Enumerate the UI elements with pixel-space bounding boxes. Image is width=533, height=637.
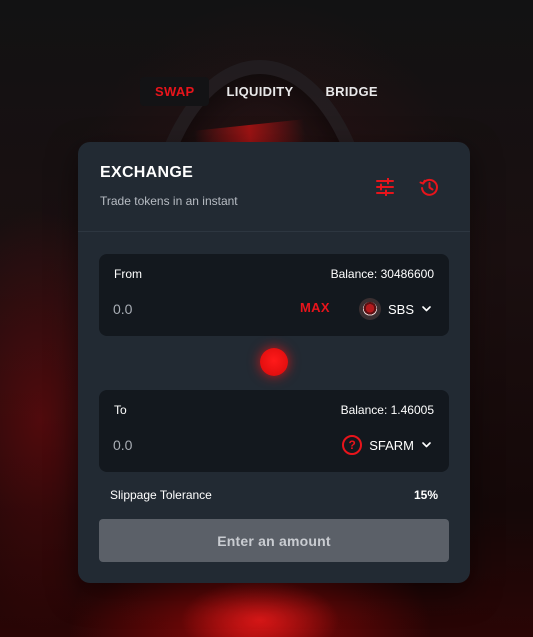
from-token-select[interactable]: SBS [358, 296, 431, 322]
chevron-down-icon [422, 304, 431, 314]
settings-sliders-icon[interactable] [374, 176, 396, 198]
from-balance: Balance: 30486600 [330, 267, 434, 281]
sbs-token-logo [358, 298, 381, 320]
to-token-select[interactable]: ? SFARM [342, 432, 431, 458]
tab-swap[interactable]: SWAP [140, 77, 210, 106]
slippage-row: Slippage Tolerance 15% [110, 488, 438, 502]
to-balance: Balance: 1.46005 [340, 403, 434, 417]
question-circle-icon: ? [342, 435, 363, 455]
chevron-down-icon [422, 440, 431, 450]
header-actions [374, 176, 440, 198]
from-token-symbol: SBS [387, 301, 414, 317]
from-amount-input[interactable] [113, 298, 263, 320]
to-token-symbol: SFARM [369, 437, 414, 453]
top-tabs: SWAP LIQUIDITY BRIDGE [140, 77, 393, 106]
tab-liquidity[interactable]: LIQUIDITY [209, 77, 309, 106]
slippage-label: Slippage Tolerance [110, 488, 212, 502]
swap-direction-button[interactable] [260, 348, 288, 376]
exchange-header: EXCHANGE Trade tokens in an instant [78, 142, 470, 232]
to-panel: To Balance: 1.46005 ? SFARM [99, 390, 449, 472]
exchange-card: EXCHANGE Trade tokens in an instant From… [78, 142, 470, 583]
from-label: From [114, 267, 142, 281]
to-amount-input[interactable] [113, 434, 263, 456]
slippage-value: 15% [413, 488, 438, 502]
max-button[interactable]: MAX [300, 300, 330, 315]
from-panel: From Balance: 30486600 MAX SBS [99, 254, 449, 336]
tab-bridge[interactable]: BRIDGE [309, 77, 392, 106]
history-icon[interactable] [418, 176, 440, 198]
to-label: To [114, 403, 127, 417]
enter-amount-button[interactable]: Enter an amount [99, 519, 449, 562]
